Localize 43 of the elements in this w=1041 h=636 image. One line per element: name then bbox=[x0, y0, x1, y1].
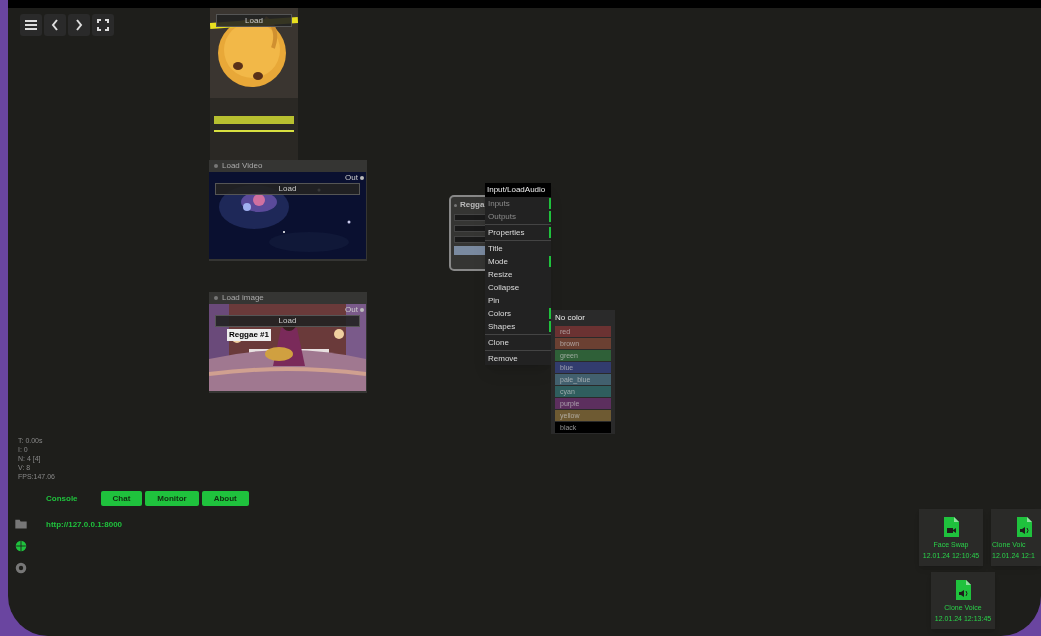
node-title: Load image bbox=[222, 292, 264, 304]
chevron-right-icon bbox=[75, 19, 83, 31]
menu-item[interactable]: Pin bbox=[485, 294, 551, 307]
folder-icon[interactable] bbox=[14, 517, 28, 531]
menu-item[interactable]: Collapse bbox=[485, 281, 551, 294]
menu-title: Input/LoadAudio bbox=[485, 183, 551, 197]
fullscreen-icon bbox=[97, 19, 109, 31]
globe-icon[interactable] bbox=[14, 539, 28, 553]
node-field[interactable] bbox=[454, 246, 488, 255]
node-field[interactable] bbox=[454, 214, 488, 221]
video-file-icon bbox=[943, 517, 959, 537]
gear-icon[interactable] bbox=[14, 561, 28, 575]
menu-item[interactable]: Title bbox=[485, 242, 551, 255]
node-field[interactable] bbox=[454, 225, 488, 232]
console-tab[interactable]: Console bbox=[38, 492, 86, 505]
console-tab[interactable]: About bbox=[201, 491, 249, 506]
node-title: Load Video bbox=[222, 160, 263, 172]
menu-item[interactable]: Clone bbox=[485, 336, 551, 349]
audio-file-icon bbox=[955, 580, 971, 600]
menu-item[interactable]: Colors bbox=[485, 307, 551, 320]
menu-title: No color bbox=[554, 312, 586, 324]
menu-item[interactable]: Resize bbox=[485, 268, 551, 281]
console-tab[interactable]: Chat bbox=[100, 491, 143, 506]
chevron-left-button[interactable] bbox=[44, 14, 66, 36]
menu-item[interactable]: Properties bbox=[485, 226, 551, 239]
chevron-left-icon bbox=[51, 19, 59, 31]
fullscreen-button[interactable] bbox=[92, 14, 114, 36]
menu-button[interactable] bbox=[20, 14, 42, 36]
chevron-right-button[interactable] bbox=[68, 14, 90, 36]
menu-item[interactable]: Shapes bbox=[485, 320, 551, 333]
menu-item[interactable]: Remove bbox=[485, 352, 551, 365]
menu-item[interactable]: Mode bbox=[485, 255, 551, 268]
output-label: Out bbox=[345, 173, 358, 182]
node-title: Regga bbox=[460, 199, 485, 211]
load-button[interactable]: Load bbox=[215, 315, 360, 327]
server-url[interactable]: http://127.0.0.1:8000 bbox=[46, 519, 123, 531]
menu-icon bbox=[25, 20, 37, 30]
node-tag: Reggae #1 bbox=[227, 329, 272, 341]
load-button[interactable]: Load bbox=[216, 14, 292, 27]
audio-file-icon bbox=[1016, 517, 1032, 537]
load-button[interactable]: Load bbox=[215, 183, 360, 195]
console-tab[interactable]: Monitor bbox=[145, 491, 199, 506]
node-field[interactable] bbox=[454, 236, 488, 243]
